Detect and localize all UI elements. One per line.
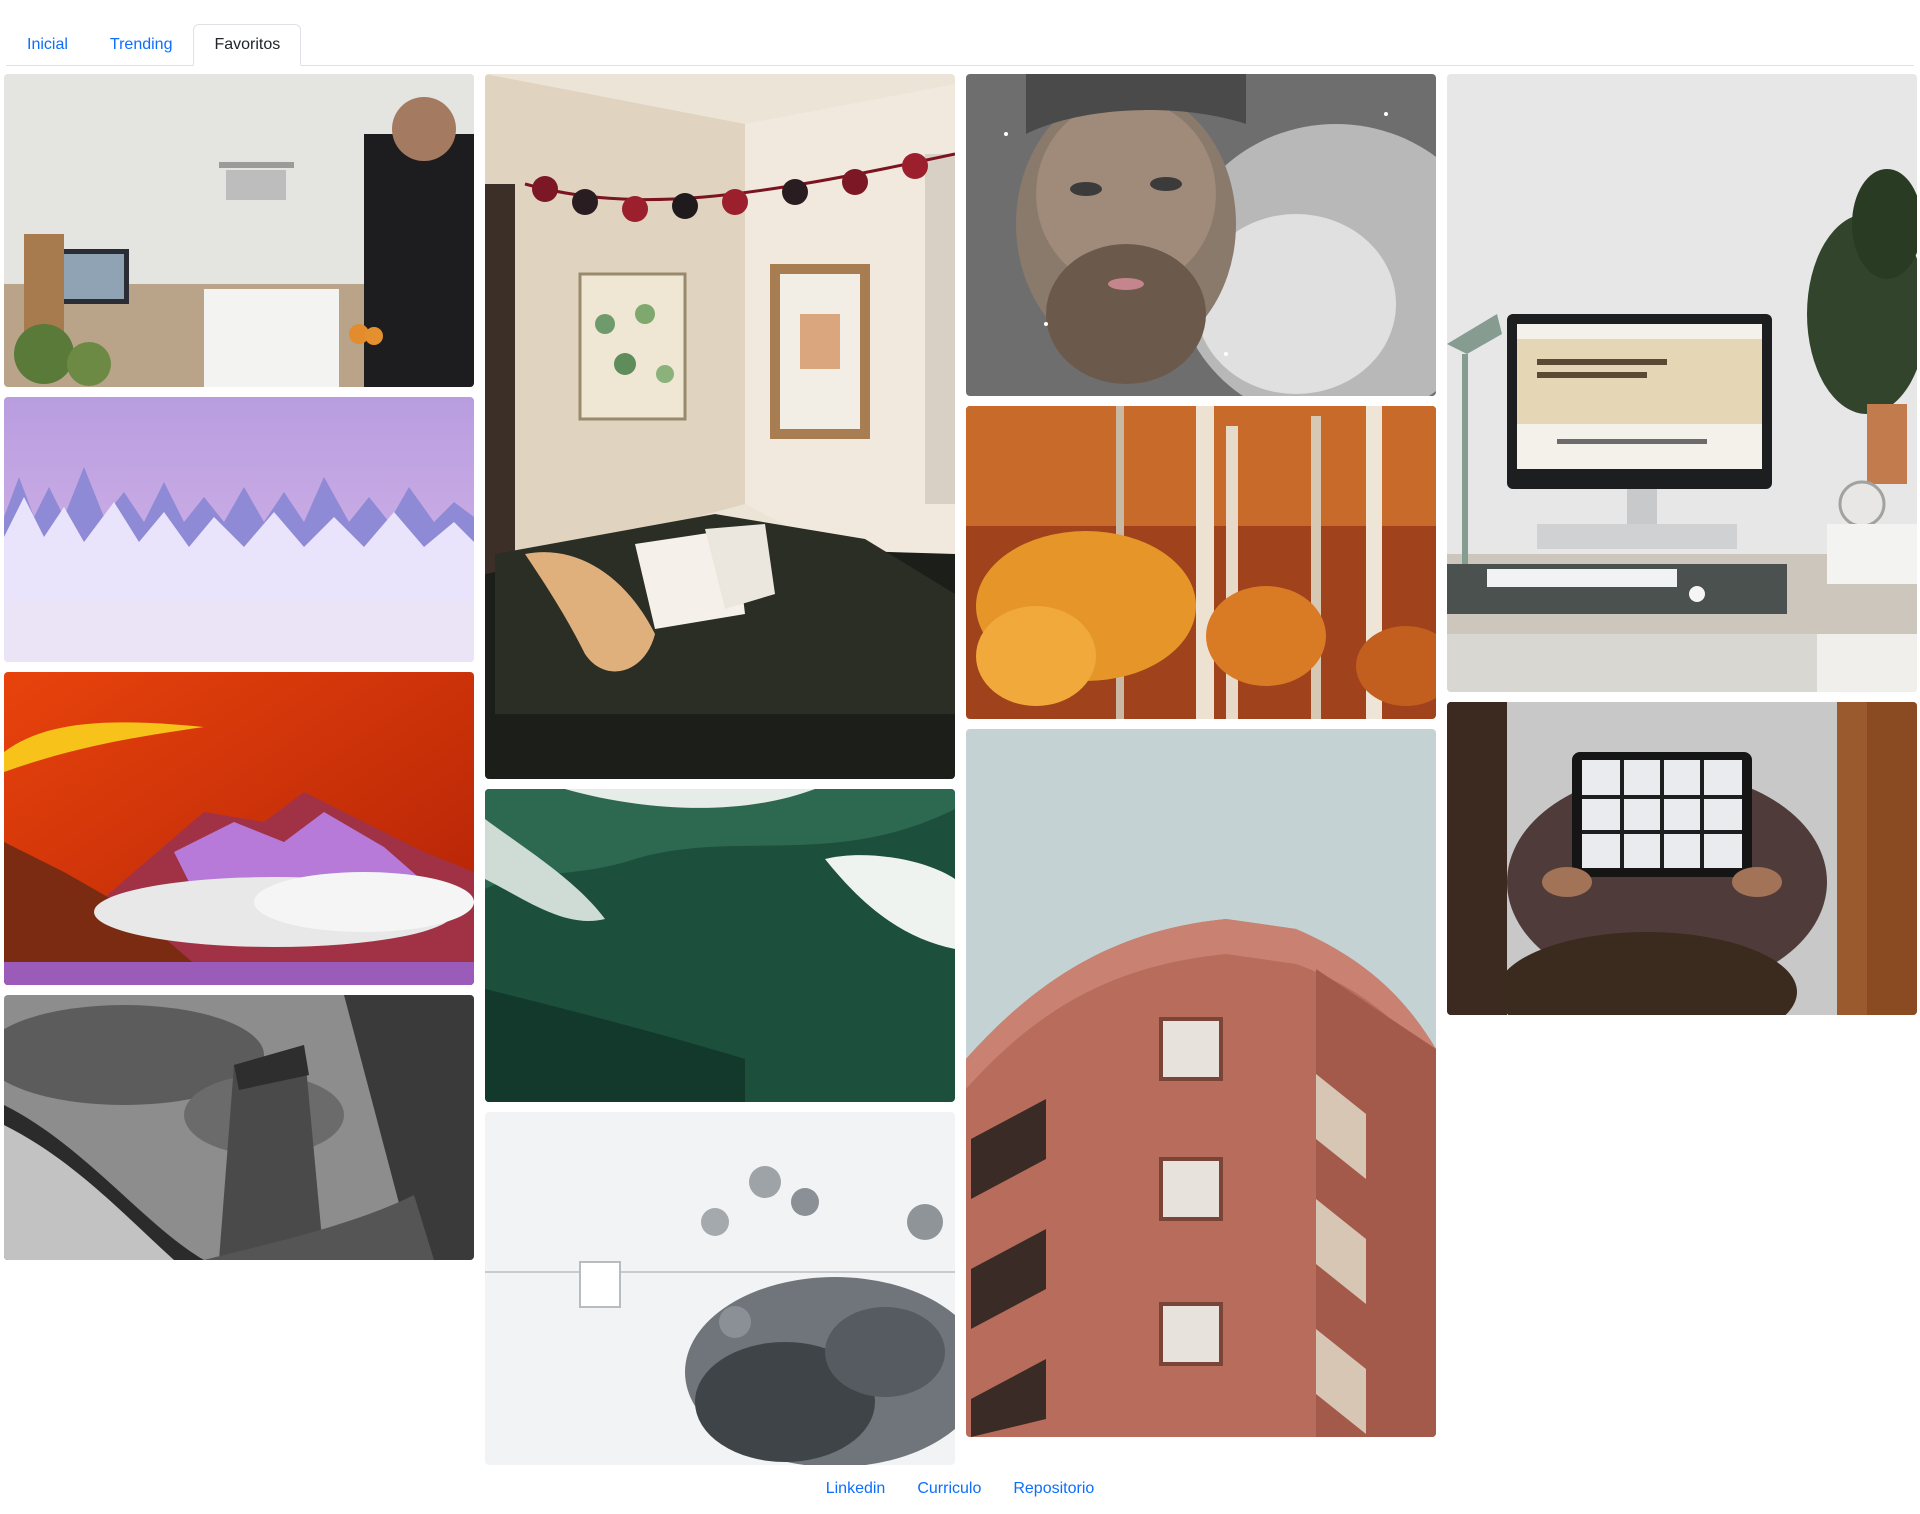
gallery-column-1 [4,74,474,1260]
brick-building-photo [966,729,1436,1437]
photo-gallery [4,74,1917,1465]
tab-inicial[interactable]: Inicial [6,24,89,66]
gallery-photo[interactable] [1447,74,1917,692]
linkedin-link[interactable]: Linkedin [826,1480,886,1498]
gallery-photo[interactable] [966,74,1436,396]
kitchen-photo [4,74,474,387]
gallery-photo[interactable] [4,74,474,387]
gallery-photo[interactable] [966,406,1436,719]
gallery-column-2 [485,74,955,1465]
gallery-photo[interactable] [4,995,474,1260]
footer-links: Linkedin Curriculo Repositorio [0,1480,1920,1498]
tab-favoritos[interactable]: Favoritos [193,24,302,66]
gallery-column-3 [966,74,1436,1437]
repositorio-link[interactable]: Repositorio [1013,1480,1094,1498]
gallery-photo[interactable] [4,672,474,985]
bearded-man-photo [966,74,1436,396]
ocean-photo [485,789,955,1102]
red-mountain-photo [4,672,474,985]
snowy-forest-photo [4,397,474,662]
skyscraper-photo [4,995,474,1260]
gallery-column-4 [1447,74,1917,1015]
gallery-photo[interactable] [966,729,1436,1437]
gallery-photo[interactable] [485,789,955,1102]
desk-monitor-photo [1447,74,1917,692]
nav-tabs: Inicial Trending Favoritos [6,23,1914,66]
gallery-photo[interactable] [485,74,955,779]
tablet-photo [1447,702,1917,1015]
tab-trending[interactable]: Trending [89,24,194,66]
curriculo-link[interactable]: Curriculo [917,1480,981,1498]
room-corner-photo [485,74,955,779]
gallery-photo[interactable] [4,397,474,662]
gallery-photo[interactable] [1447,702,1917,1015]
gallery-photo[interactable] [485,1112,955,1465]
aerial-snow-photo [485,1112,955,1465]
autumn-forest-photo [966,406,1436,719]
